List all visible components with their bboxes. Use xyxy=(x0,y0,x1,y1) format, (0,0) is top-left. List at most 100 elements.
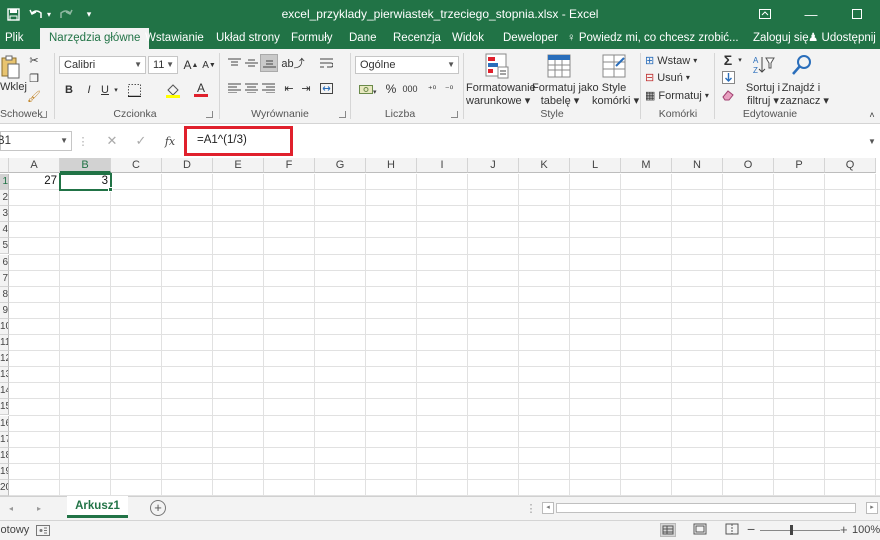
cell-a1[interactable]: 27 xyxy=(9,174,60,189)
column-header-k[interactable]: K xyxy=(519,158,570,173)
column-header-e[interactable]: E xyxy=(213,158,264,173)
delete-cells-button[interactable]: ⊟ Usuń ▾ xyxy=(645,71,690,85)
row-header-4[interactable]: 4 xyxy=(0,222,9,239)
decrease-decimal-icon[interactable]: ⁻⁰ xyxy=(441,81,457,97)
comma-style-button[interactable]: 000 xyxy=(400,81,420,97)
borders-icon[interactable] xyxy=(125,82,143,98)
select-all-corner[interactable] xyxy=(0,158,9,173)
column-header-h[interactable]: H xyxy=(366,158,417,173)
font-name-select[interactable]: Calibri ▼ xyxy=(59,56,146,74)
scroll-left-sheets-icon[interactable]: ◂ xyxy=(6,501,16,515)
grow-font-button[interactable]: A ▲ xyxy=(184,57,199,73)
align-top-icon[interactable] xyxy=(226,56,242,70)
add-sheet-icon[interactable]: + xyxy=(150,500,166,516)
merge-center-icon[interactable] xyxy=(318,81,334,95)
column-header-j[interactable]: J xyxy=(468,158,519,173)
page-layout-view-icon[interactable] xyxy=(693,523,709,537)
column-header-l[interactable]: L xyxy=(570,158,621,173)
tab-developer[interactable]: Deweloper xyxy=(503,28,558,49)
column-header-g[interactable]: G xyxy=(315,158,366,173)
insert-cells-button[interactable]: ⊞ Wstaw ▾ xyxy=(645,54,697,68)
column-header-b[interactable]: B xyxy=(60,158,111,173)
collapse-ribbon-icon[interactable]: ˄ xyxy=(866,109,878,121)
tab-view[interactable]: Widok xyxy=(452,28,484,49)
column-header-n[interactable]: N xyxy=(672,158,723,173)
conditional-formatting-button[interactable]: Formatowanie warunkowe ▾ xyxy=(466,82,536,108)
row-header-18[interactable]: 18 xyxy=(0,447,9,464)
row-header-13[interactable]: 13 xyxy=(0,367,9,384)
zoom-level[interactable]: 100% xyxy=(852,524,880,536)
row-header-14[interactable]: 14 xyxy=(0,383,9,400)
align-left-icon[interactable] xyxy=(226,81,242,95)
scroll-right-sheets-icon[interactable]: ▸ xyxy=(34,501,44,515)
minimize-icon[interactable]: — xyxy=(788,0,834,28)
column-header-a[interactable]: A xyxy=(9,158,60,173)
name-box[interactable]: B1 ▼ xyxy=(0,131,72,151)
scroll-thumb[interactable] xyxy=(556,503,856,513)
align-middle-icon[interactable] xyxy=(243,56,259,70)
worksheet-grid[interactable]: ABCDEFGHIJKLMNOPQ 1234567891011121314151… xyxy=(0,158,880,496)
zoom-in-icon[interactable]: + xyxy=(840,523,850,537)
align-right-icon[interactable] xyxy=(260,81,276,95)
format-as-table-icon[interactable] xyxy=(546,52,572,80)
paste-label[interactable]: Wklej xyxy=(0,81,27,94)
row-header-15[interactable]: 15 xyxy=(0,399,9,416)
tab-page-layout[interactable]: Układ strony xyxy=(216,28,280,49)
clear-icon[interactable] xyxy=(720,87,736,103)
sheet-tab-arkusz1[interactable]: Arkusz1 xyxy=(67,496,128,518)
underline-dropdown-icon[interactable]: ▾ xyxy=(112,82,120,98)
align-center-icon[interactable] xyxy=(243,81,259,95)
expand-formula-bar-icon[interactable]: ▼ xyxy=(866,134,878,148)
cell-styles-icon[interactable] xyxy=(601,52,627,80)
autosum-dropdown-icon[interactable]: ▾ xyxy=(736,52,744,68)
sign-in-link[interactable]: Zaloguj się xyxy=(753,28,809,49)
italic-button[interactable]: I xyxy=(82,82,96,98)
bold-button[interactable]: B xyxy=(62,82,76,98)
number-dialog-launcher[interactable] xyxy=(451,111,458,118)
horizontal-scrollbar[interactable]: ◂ ▸ xyxy=(542,502,880,514)
row-header-7[interactable]: 7 xyxy=(0,270,9,287)
row-header-2[interactable]: 2 xyxy=(0,190,9,207)
zoom-out-icon[interactable]: − xyxy=(747,522,757,537)
column-header-q[interactable]: Q xyxy=(825,158,876,173)
font-dialog-launcher[interactable] xyxy=(206,111,213,118)
tab-formulas[interactable]: Formuły xyxy=(291,28,333,49)
clipboard-dialog-launcher[interactable] xyxy=(40,111,47,118)
currency-icon[interactable]: ▾ xyxy=(357,81,379,97)
tab-split-handle[interactable]: ⋮ xyxy=(526,500,537,516)
row-header-11[interactable]: 11 xyxy=(0,335,9,352)
copy-icon[interactable]: ❐ xyxy=(27,71,41,85)
cell-styles-button[interactable]: Style komórki ▾ xyxy=(592,82,639,108)
tab-review[interactable]: Recenzja xyxy=(393,28,441,49)
font-size-select[interactable]: 11 ▼ xyxy=(148,56,178,74)
find-select-icon[interactable] xyxy=(790,52,814,78)
format-as-table-button[interactable]: Formatuj jako tabelę ▾ xyxy=(532,82,599,108)
find-select-button[interactable]: Znajdź i zaznacz ▾ xyxy=(780,82,829,108)
zoom-slider-track[interactable] xyxy=(760,530,840,531)
paste-icon[interactable] xyxy=(0,53,20,81)
sort-filter-button[interactable]: Sortuj i filtruj ▾ xyxy=(744,82,782,108)
normal-view-icon[interactable] xyxy=(660,523,676,537)
ribbon-display-icon[interactable] xyxy=(742,0,788,28)
autosum-icon[interactable]: Σ xyxy=(720,52,736,68)
column-header-o[interactable]: O xyxy=(723,158,774,173)
macro-record-icon[interactable] xyxy=(36,525,50,536)
font-color-button[interactable]: A xyxy=(192,80,210,98)
row-header-8[interactable]: 8 xyxy=(0,286,9,303)
tab-home[interactable]: Narzędzia główne xyxy=(40,28,150,49)
shrink-font-button[interactable]: A ▼ xyxy=(202,57,216,73)
scroll-left-icon[interactable]: ◂ xyxy=(542,502,554,514)
row-header-3[interactable]: 3 xyxy=(0,206,9,223)
share-button[interactable]: ♟ Udostępnij xyxy=(808,28,876,49)
cut-icon[interactable]: ✂ xyxy=(27,53,41,67)
row-header-12[interactable]: 12 xyxy=(0,351,9,368)
row-header-10[interactable]: 10 xyxy=(0,318,9,335)
alignment-dialog-launcher[interactable] xyxy=(339,111,346,118)
tab-file[interactable]: Plik xyxy=(5,28,24,49)
row-header-1[interactable]: 1 xyxy=(0,174,9,191)
fill-icon[interactable] xyxy=(720,69,736,85)
underline-button[interactable]: U xyxy=(98,82,112,98)
tab-data[interactable]: Dane xyxy=(349,28,377,49)
column-header-d[interactable]: D xyxy=(162,158,213,173)
row-header-20[interactable]: 20 xyxy=(0,479,9,496)
